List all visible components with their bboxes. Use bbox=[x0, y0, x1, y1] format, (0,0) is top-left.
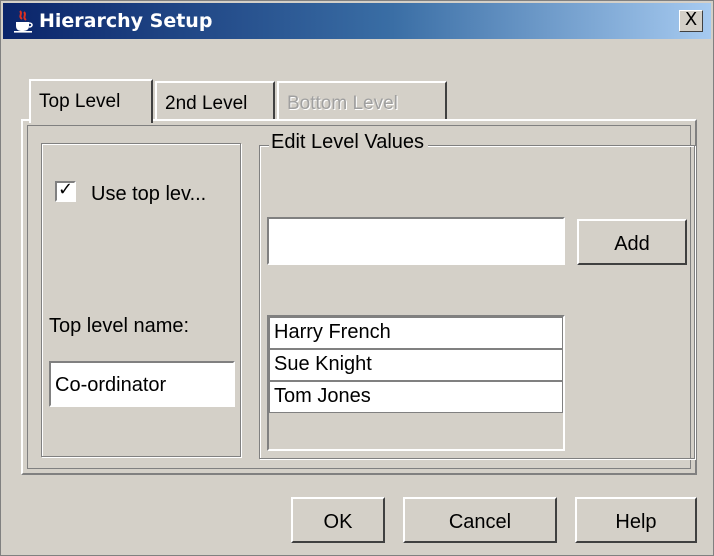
edit-level-values-legend: Edit Level Values bbox=[269, 131, 429, 154]
add-button[interactable]: Add bbox=[577, 219, 687, 265]
list-item[interactable]: Sue Knight bbox=[269, 349, 563, 381]
list-item[interactable]: Tom Jones bbox=[269, 381, 563, 413]
window-title: Hierarchy Setup bbox=[39, 10, 213, 32]
close-button[interactable]: X bbox=[679, 10, 703, 32]
list-item[interactable]: Harry French bbox=[269, 317, 563, 349]
top-level-name-input[interactable]: Co-ordinator bbox=[49, 361, 235, 407]
use-top-level-label: Use top lev... bbox=[91, 183, 207, 205]
new-value-input[interactable] bbox=[267, 217, 565, 265]
tab-top-level[interactable]: Top Level bbox=[29, 79, 153, 123]
title-bar[interactable]: Hierarchy Setup X bbox=[3, 3, 711, 39]
java-cup-icon bbox=[14, 10, 33, 33]
help-button[interactable]: Help bbox=[575, 497, 697, 543]
use-top-level-checkbox[interactable]: ✓ bbox=[55, 179, 76, 202]
cancel-button[interactable]: Cancel bbox=[403, 497, 557, 543]
dialog-window: Hierarchy Setup X Top Level 2nd Level Bo… bbox=[0, 0, 714, 556]
tab-2nd-level[interactable]: 2nd Level bbox=[155, 81, 275, 121]
top-level-name-label: Top level name: bbox=[49, 315, 190, 337]
checkmark-icon: ✓ bbox=[58, 179, 74, 200]
ok-button[interactable]: OK bbox=[291, 497, 385, 543]
level-values-list[interactable]: Harry French Sue Knight Tom Jones bbox=[267, 315, 565, 451]
tab-bottom-level: Bottom Level bbox=[277, 81, 447, 121]
